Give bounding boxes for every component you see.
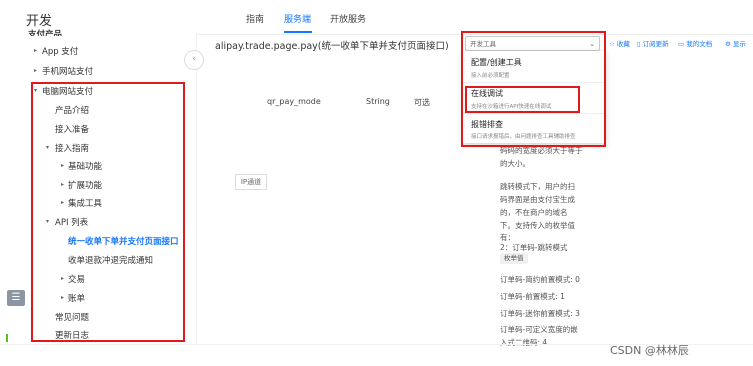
sidebar-item-refund-notify[interactable]: 收单退款冲退完成通知 [68,254,153,266]
desc-line: 的大小。 [500,159,530,168]
desc-line: 下。支持传入的枚举值 [500,221,575,230]
brand-title: 开发 [26,14,53,29]
param-required: 可选 [414,98,430,107]
desc-line: 码界面是由支付宝生成 [500,195,575,204]
folder-icon: ▭ [678,40,687,48]
highlight-box-sidebar [31,82,185,342]
chevron-right-icon: ▸ [34,67,38,74]
sidebar-item-tools[interactable]: 集成工具 [68,197,102,209]
enum-tag: 枚举值 [500,253,528,264]
tab-server[interactable]: 服务端 [284,12,311,25]
sidebar-item-faq[interactable]: 常见问题 [55,311,89,323]
active-tab-indicator [284,31,312,33]
sidebar-item-basic[interactable]: 基础功能 [68,160,102,172]
chevron-right-icon: ▸ [34,47,38,54]
sidebar-item-app-pay[interactable]: App 支付 [42,45,78,57]
sidebar-item-page-pay[interactable]: 电脑网站支付 [42,85,93,97]
desc-line: 跳转模式下，用户的扫 [500,182,575,191]
gear-icon: ⚙ [725,40,733,48]
chevron-right-icon: ▸ [61,181,65,188]
chevron-right-icon: ▸ [61,162,65,169]
sidebar-item-intro[interactable]: 产品介绍 [55,104,89,116]
sidebar-item-changelog[interactable]: 更新日志 [55,329,89,341]
api-title: alipay.trade.page.pay(统一收单下单并支付页面接口) [215,41,449,52]
chevron-right-icon: ▸ [61,294,65,301]
subscribe-button[interactable]: ▯ 订阅更新 [637,38,669,48]
sidebar-item-bill[interactable]: 账单 [68,292,85,304]
display-label: 显示 [732,40,746,48]
chevron-right-icon: ▸ [61,199,65,206]
status-indicator [6,334,8,342]
my-docs-button[interactable]: ▭ 我的文档 [678,38,712,48]
collapse-sidebar-icon[interactable]: ‹ [184,50,204,70]
chevron-down-icon: ▾ [34,87,38,94]
top-bar [0,0,753,35]
my-docs-label: 我的文档 [686,40,713,48]
chevron-down-icon: ▾ [46,218,50,225]
desc-line: 的，不在商户的域名 [500,208,568,217]
display-button[interactable]: ⚙ 显示 [725,38,746,48]
highlight-box-debug [465,86,580,113]
subscribe-label: 订阅更新 [642,40,669,48]
tab-guide[interactable]: 指南 [246,12,264,25]
sidebar-section-title: 支付产品 [28,30,63,36]
sidebar-item-trade[interactable]: 交易 [68,273,85,285]
enum-line: 订单码-简约前置模式: 0 [500,275,580,284]
tab-open-services[interactable]: 开放服务 [330,12,366,25]
favorite-button[interactable]: ☆ 收藏 [609,38,630,48]
sidebar-item-extend[interactable]: 扩展功能 [68,179,102,191]
enum-line: 订单码-迷你前置模式: 3 [500,309,580,318]
sidebar-item-prep[interactable]: 接入准备 [55,123,89,135]
chevron-down-icon: ▾ [46,144,50,151]
ip-channel-badge[interactable]: IP通道 [235,174,267,190]
param-type: String [366,97,390,106]
menu-icon[interactable]: ☰ [7,290,25,306]
sidebar-item-page-pay-api[interactable]: 统一收单下单并支付页面接口 [68,235,179,247]
sidebar-item-api-list[interactable]: API 列表 [55,216,88,228]
enum-line: 入式二维码: 4 [500,338,548,347]
enum-line: 订单码-可定义宽度的嵌 [500,325,578,334]
chevron-right-icon: ▸ [61,275,65,282]
watermark: CSDN @林林辰 [610,344,689,357]
sidebar-item-guide[interactable]: 接入指南 [55,142,89,154]
param-name: qr_pay_mode [267,97,321,106]
sidebar-item-wap-pay[interactable]: 手机网站支付 [42,65,93,77]
enum-line: 订单码-前置模式: 1 [500,292,565,301]
desc-line: 2：订单码-跳转模式 [500,243,568,252]
